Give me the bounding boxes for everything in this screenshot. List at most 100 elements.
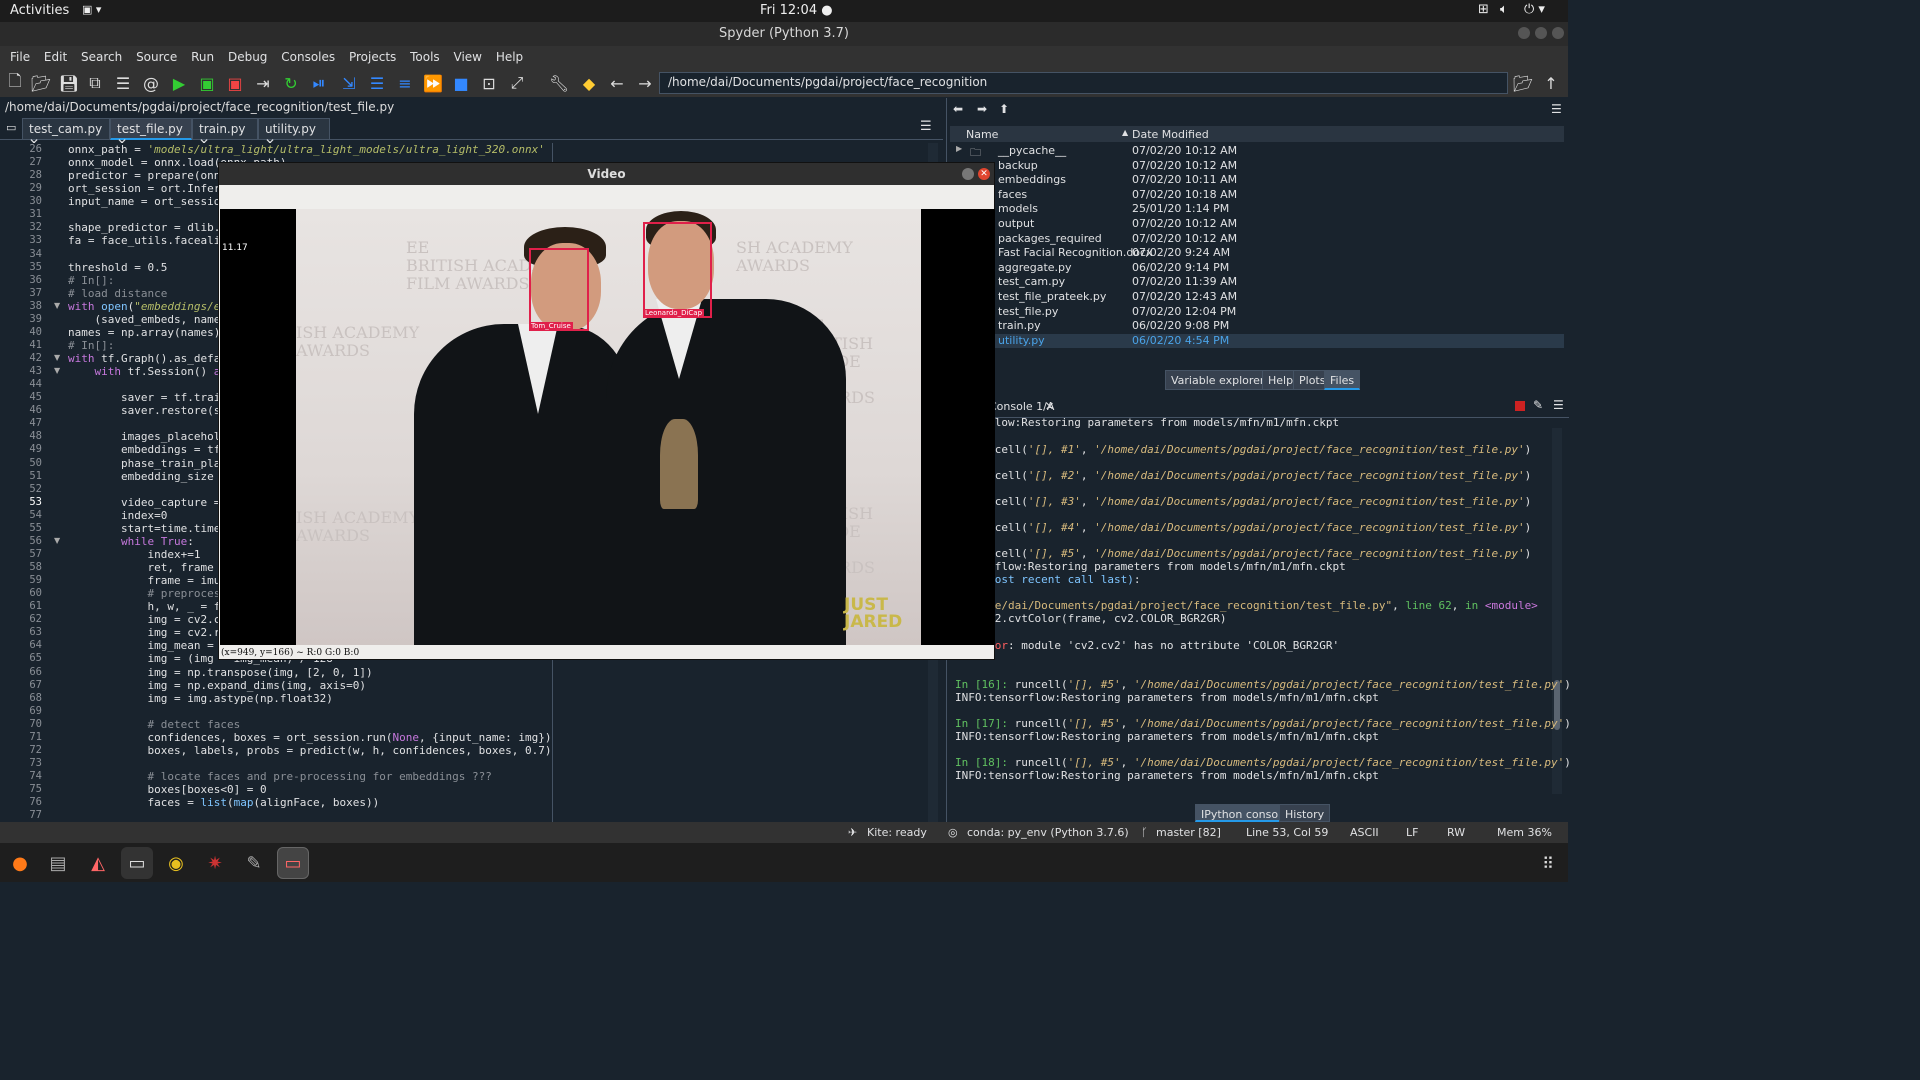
file-row[interactable]: test_file_prateek.py 07/02/20 12:43 AM <box>950 290 1564 305</box>
save-icon[interactable]: 💾︎ <box>58 72 80 94</box>
stop-debug-icon[interactable]: ■ <box>450 72 472 94</box>
show-apps-icon[interactable]: ⠿ <box>1532 847 1564 879</box>
interrupt-kernel-icon[interactable] <box>1515 401 1525 411</box>
tab-files[interactable]: Files <box>1324 370 1361 390</box>
save-all-icon[interactable]: ⧉ <box>84 72 106 94</box>
file-row[interactable]: output 07/02/20 10:12 AM <box>950 217 1564 232</box>
rerun-icon[interactable]: ↻ <box>280 72 302 94</box>
editor-options-icon[interactable]: ☰ <box>920 119 932 134</box>
clear-console-icon[interactable]: ✎ <box>1533 398 1543 412</box>
menu-view[interactable]: View <box>449 46 487 68</box>
file-row[interactable]: ▶ 🗀 __pycache__ 07/02/20 10:12 AM <box>950 144 1564 159</box>
software-center-icon[interactable]: ◭ <box>82 847 114 879</box>
files-back-icon[interactable]: ⬅ <box>953 102 963 116</box>
forward-arrow-icon[interactable]: → <box>634 72 656 94</box>
menu-help[interactable]: Help <box>491 46 528 68</box>
console-scrollbar[interactable] <box>1552 428 1562 794</box>
file-row[interactable]: train.py 06/02/20 9:08 PM <box>950 319 1564 334</box>
tab-utility[interactable]: utility.py ✕ <box>258 118 330 150</box>
file-row[interactable]: Fast Facial Recognition.docx 07/02/20 9:2… <box>950 246 1564 261</box>
step-into-icon[interactable]: ☰ <box>366 72 388 94</box>
file-row[interactable]: models 25/01/20 1:14 PM <box>950 202 1564 217</box>
file-row[interactable]: aggregate.py 06/02/20 9:14 PM <box>950 261 1564 276</box>
new-file-icon[interactable]: 🗋 <box>4 71 26 94</box>
tab-train[interactable]: train.py ✕ <box>192 118 258 150</box>
file-manager-icon[interactable]: ▤ <box>42 847 74 879</box>
file-date: 07/02/20 12:43 AM <box>1132 290 1238 303</box>
video-window[interactable]: Video ✕ 11.17 EE BRITISH ACADE FILM AWARDS… <box>218 162 995 660</box>
parent-dir-icon[interactable]: ↑ <box>1540 72 1562 94</box>
menu-debug[interactable]: Debug <box>223 46 272 68</box>
fullscreen-icon[interactable]: ⤢ <box>506 72 528 94</box>
continue-icon[interactable]: ⏩ <box>422 72 444 94</box>
maximize-pane-icon[interactable]: ⊡ <box>478 72 500 94</box>
video-close-button[interactable]: ✕ <box>978 168 990 180</box>
file-row[interactable]: utility.py 06/02/20 4:54 PM <box>950 333 1564 349</box>
python-path-icon[interactable]: ◆ <box>578 72 600 94</box>
chrome-icon[interactable]: ◉ <box>160 847 192 879</box>
firefox-icon[interactable]: ● <box>4 847 36 879</box>
working-directory-input[interactable]: /home/dai/Documents/pgdai/project/face_r… <box>659 72 1508 94</box>
video-title-bar: Video ✕ <box>219 163 994 185</box>
python-icon[interactable]: ✎ <box>238 847 270 879</box>
run-cell-icon[interactable]: ▣ <box>196 72 218 94</box>
fold-icon[interactable]: ▼ <box>54 366 60 375</box>
files-options-icon[interactable]: ☰ <box>1551 102 1562 116</box>
column-date-header[interactable]: Date Modified <box>1132 128 1209 141</box>
video-minimize-button[interactable] <box>962 168 974 180</box>
step-icon[interactable]: ⇲ <box>338 72 360 94</box>
terminal-icon[interactable]: ▭ <box>121 847 153 879</box>
volume-icon[interactable]: 🔈︎ <box>1500 2 1508 17</box>
menu-run[interactable]: Run <box>186 46 219 68</box>
file-row[interactable]: embeddings 07/02/20 10:11 AM <box>950 173 1564 188</box>
fold-icon[interactable]: ▼ <box>54 536 60 545</box>
debug-icon[interactable]: ⏯ <box>308 72 330 94</box>
at-icon[interactable]: @ <box>140 72 162 94</box>
tab-test-file[interactable]: test_file.py ✕ <box>110 118 192 150</box>
column-name-header[interactable]: Name <box>966 128 998 141</box>
file-row[interactable]: packages_required 07/02/20 10:12 AM <box>950 232 1564 247</box>
tab-history[interactable]: History <box>1279 804 1331 822</box>
minimize-button[interactable] <box>1518 27 1530 39</box>
list-icon[interactable]: ☰ <box>112 72 134 94</box>
clock[interactable]: Fri 12:04 ● <box>760 3 833 18</box>
open-file-icon[interactable]: 📂︎ <box>30 72 52 94</box>
browse-tabs-icon[interactable]: ▭ <box>6 121 16 134</box>
file-row[interactable]: test_file.py 07/02/20 12:04 PM <box>950 305 1564 320</box>
expand-chevron-icon[interactable]: ▶ <box>956 144 962 153</box>
network-icon[interactable]: ⊞ <box>1478 2 1489 17</box>
activities-button[interactable]: Activities <box>10 3 69 18</box>
tab-test-cam[interactable]: test_cam.py ✕ <box>22 118 110 150</box>
close-window-button[interactable] <box>1552 27 1564 39</box>
close-console-icon[interactable]: ✕ <box>1045 400 1054 413</box>
tab-variable-explorer[interactable]: Variable explorer <box>1165 370 1271 390</box>
menu-consoles[interactable]: Consoles <box>276 46 340 68</box>
file-row[interactable]: backup 07/02/20 10:12 AM <box>950 159 1564 174</box>
run-selection-icon[interactable]: ⇥ <box>252 72 274 94</box>
run-cell-advance-icon[interactable]: ▣ <box>224 72 246 94</box>
browse-folder-icon[interactable]: 📂︎ <box>1512 72 1534 94</box>
file-row[interactable]: faces 07/02/20 10:18 AM <box>950 188 1564 203</box>
preferences-icon[interactable]: 🔧︎ <box>548 72 570 94</box>
file-row[interactable]: test_cam.py 07/02/20 11:39 AM <box>950 275 1564 290</box>
app-menu-icon[interactable]: ▣ ▾ <box>82 3 101 16</box>
spyder-icon[interactable]: ✷ <box>199 847 231 879</box>
menu-edit[interactable]: Edit <box>39 46 72 68</box>
menu-search[interactable]: Search <box>76 46 127 68</box>
menu-tools[interactable]: Tools <box>405 46 445 68</box>
menu-projects[interactable]: Projects <box>344 46 401 68</box>
sort-icon[interactable]: ▲ <box>1122 128 1128 137</box>
menu-file[interactable]: File <box>5 46 35 68</box>
video-window-icon[interactable]: ▭ <box>277 847 309 879</box>
back-arrow-icon[interactable]: ← <box>606 72 628 94</box>
run-icon[interactable]: ▶ <box>168 72 190 94</box>
menu-source[interactable]: Source <box>131 46 182 68</box>
fold-icon[interactable]: ▼ <box>54 301 60 310</box>
console-options-icon[interactable]: ☰ <box>1553 398 1564 412</box>
files-up-icon[interactable]: ⬆ <box>999 102 1009 116</box>
maximize-button[interactable] <box>1535 27 1547 39</box>
power-icon[interactable]: ⏻ ▾ <box>1524 2 1545 17</box>
fold-icon[interactable]: ▼ <box>54 353 60 362</box>
step-return-icon[interactable]: ≡ <box>394 72 416 94</box>
files-forward-icon[interactable]: ➡ <box>977 102 987 116</box>
